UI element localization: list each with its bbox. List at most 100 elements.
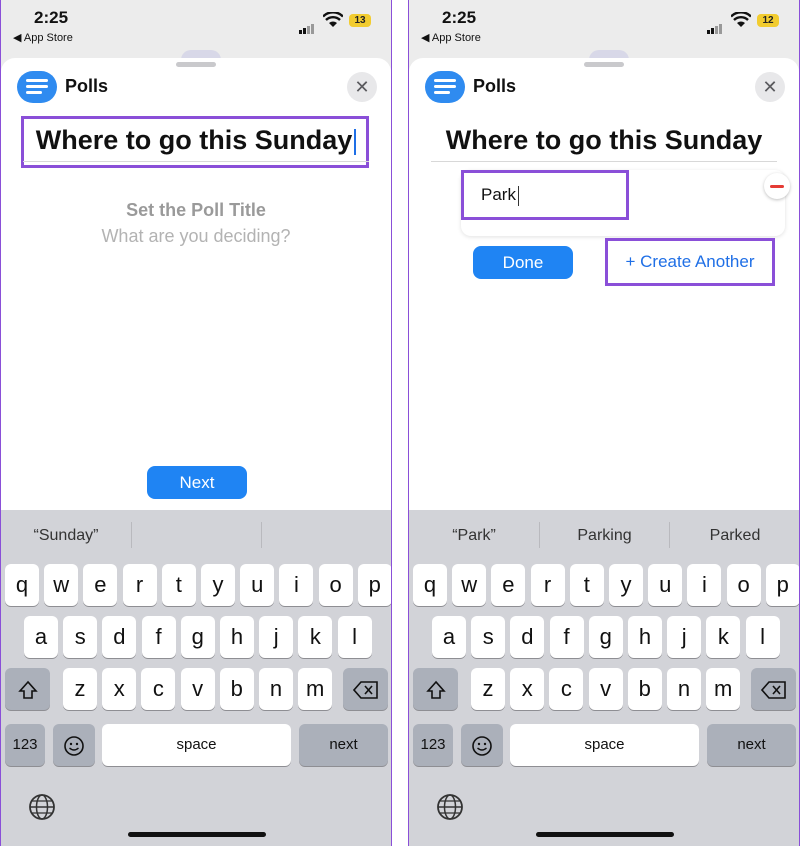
key-i[interactable]: i	[687, 564, 722, 606]
wifi-icon	[731, 12, 751, 27]
key-d[interactable]: d	[102, 616, 137, 658]
key-b[interactable]: b	[627, 668, 662, 710]
numbers-key[interactable]: 123	[5, 724, 45, 766]
title-underline	[431, 161, 777, 162]
globe-icon[interactable]	[435, 792, 465, 822]
delete-key[interactable]	[343, 668, 388, 710]
key-u[interactable]: u	[240, 564, 275, 606]
key-k[interactable]: k	[706, 616, 741, 658]
key-e[interactable]: e	[83, 564, 118, 606]
key-z[interactable]: z	[63, 668, 97, 710]
key-m[interactable]: m	[706, 668, 741, 710]
hint-title: Set the Poll Title	[126, 200, 266, 220]
done-button[interactable]: Done	[473, 246, 573, 279]
back-to-app-store-link[interactable]: ◀ App Store	[13, 31, 73, 44]
key-q[interactable]: q	[413, 564, 447, 606]
close-button[interactable]: ✕	[755, 72, 785, 102]
key-a[interactable]: a	[432, 616, 466, 658]
text-cursor	[517, 185, 519, 206]
key-z[interactable]: z	[471, 668, 505, 710]
key-s[interactable]: s	[471, 616, 506, 658]
home-indicator[interactable]	[536, 832, 674, 837]
key-v[interactable]: v	[588, 668, 623, 710]
shift-icon	[17, 680, 38, 699]
emoji-key[interactable]	[53, 724, 95, 766]
key-r[interactable]: r	[530, 564, 565, 606]
key-t[interactable]: t	[161, 564, 196, 606]
key-x[interactable]: x	[102, 668, 137, 710]
key-g[interactable]: g	[588, 616, 623, 658]
globe-icon[interactable]	[27, 792, 57, 822]
suggestion-2[interactable]	[132, 524, 261, 548]
space-key[interactable]: space	[510, 724, 699, 766]
key-m[interactable]: m	[298, 668, 333, 710]
shift-key[interactable]	[413, 668, 458, 710]
status-time: 2:25	[442, 8, 477, 27]
key-o[interactable]: o	[726, 564, 761, 606]
remove-option-button[interactable]	[764, 173, 790, 199]
create-another-button[interactable]: + Create Another	[605, 238, 775, 286]
key-y[interactable]: y	[201, 564, 235, 606]
key-l[interactable]: l	[337, 616, 372, 658]
key-r[interactable]: r	[122, 564, 157, 606]
suggestion-2[interactable]: Parking	[540, 524, 669, 548]
key-f[interactable]: f	[549, 616, 584, 658]
shift-key[interactable]	[5, 668, 50, 710]
cellular-signal-icon	[299, 16, 315, 34]
poll-title-text: Where to go this Sunday	[35, 125, 353, 155]
key-v[interactable]: v	[180, 668, 215, 710]
emoji-key[interactable]	[461, 724, 503, 766]
suggestion-1[interactable]: “Park”	[409, 524, 539, 548]
key-p[interactable]: p	[765, 564, 799, 606]
polls-sheet: Polls ✕ Where to go this Sunday Set the …	[1, 58, 391, 548]
key-j[interactable]: j	[259, 616, 294, 658]
key-i[interactable]: i	[279, 564, 314, 606]
poll-title[interactable]: Where to go this Sunday	[409, 125, 799, 156]
keyboard: “Park” Parking Parked qwertyuiop asdfghjk…	[409, 510, 799, 846]
key-j[interactable]: j	[667, 616, 702, 658]
key-c[interactable]: c	[549, 668, 584, 710]
key-s[interactable]: s	[63, 616, 98, 658]
key-p[interactable]: p	[357, 564, 391, 606]
key-b[interactable]: b	[219, 668, 254, 710]
poll-title-input[interactable]: Where to go this Sunday	[1, 125, 391, 156]
key-e[interactable]: e	[491, 564, 526, 606]
status-time: 2:25	[34, 8, 69, 27]
key-a[interactable]: a	[24, 616, 58, 658]
key-c[interactable]: c	[141, 668, 176, 710]
back-to-app-store-link[interactable]: ◀ App Store	[421, 31, 481, 44]
key-u[interactable]: u	[648, 564, 683, 606]
suggestion-3[interactable]	[262, 524, 391, 548]
key-l[interactable]: l	[745, 616, 780, 658]
key-q[interactable]: q	[5, 564, 39, 606]
key-y[interactable]: y	[609, 564, 643, 606]
key-d[interactable]: d	[510, 616, 545, 658]
key-g[interactable]: g	[180, 616, 215, 658]
key-f[interactable]: f	[141, 616, 176, 658]
next-key[interactable]: next	[299, 724, 388, 766]
home-indicator[interactable]	[128, 832, 266, 837]
key-w[interactable]: w	[452, 564, 487, 606]
option-input[interactable]: Park	[461, 170, 629, 220]
key-h[interactable]: h	[220, 616, 254, 658]
key-h[interactable]: h	[628, 616, 662, 658]
cellular-signal-icon	[707, 16, 723, 34]
suggestion-1[interactable]: “Sunday”	[1, 524, 131, 548]
key-t[interactable]: t	[569, 564, 604, 606]
sheet-grabber[interactable]	[176, 62, 216, 67]
key-n[interactable]: n	[667, 668, 701, 710]
suggestion-3[interactable]: Parked	[670, 524, 799, 548]
sheet-grabber[interactable]	[584, 62, 624, 67]
space-key[interactable]: space	[102, 724, 291, 766]
key-o[interactable]: o	[318, 564, 353, 606]
next-button[interactable]: Next	[147, 466, 247, 499]
key-k[interactable]: k	[298, 616, 333, 658]
close-button[interactable]: ✕	[347, 72, 377, 102]
delete-key[interactable]	[751, 668, 796, 710]
next-key[interactable]: next	[707, 724, 796, 766]
numbers-key[interactable]: 123	[413, 724, 453, 766]
shift-icon	[425, 680, 446, 699]
key-w[interactable]: w	[44, 564, 79, 606]
key-n[interactable]: n	[259, 668, 293, 710]
key-x[interactable]: x	[510, 668, 545, 710]
